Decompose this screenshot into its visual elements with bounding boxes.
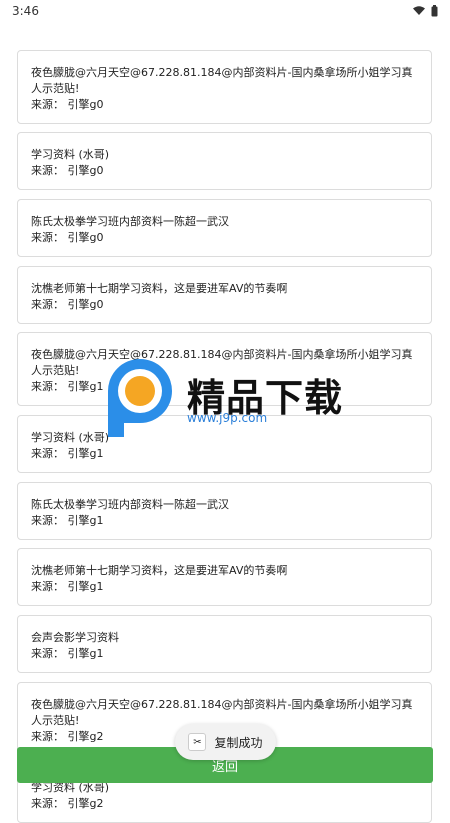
- status-time: 3:46: [12, 4, 39, 18]
- item-title: 学习资料 (水哥): [31, 148, 110, 161]
- item-source: 来源： 引擎g1: [31, 447, 104, 460]
- list-item[interactable]: 会声会影学习资料 来源： 引擎g1: [17, 615, 432, 673]
- item-source: 来源： 引擎g2: [31, 797, 104, 810]
- item-title: 夜色朦胧@六月天空@67.228.81.184@内部资料片-国内桑拿场所小姐学习…: [31, 348, 413, 377]
- item-title: 陈氏太极拳学习班内部资料一陈超一武汉: [31, 215, 229, 228]
- item-source: 来源： 引擎g1: [31, 380, 104, 393]
- list-item[interactable]: 沈樵老师第十七期学习资料，这是要进军AV的节奏啊 来源： 引擎g0: [17, 266, 432, 324]
- list-item[interactable]: 学习资料 (水哥) 来源： 引擎g0: [17, 132, 432, 190]
- item-source: 来源： 引擎g0: [31, 164, 104, 177]
- status-bar: 3:46: [0, 0, 450, 22]
- app-icon: ✂: [188, 733, 207, 751]
- item-title: 会声会影学习资料: [31, 631, 119, 644]
- toast: ✂ 复制成功: [175, 724, 276, 760]
- item-source: 来源： 引擎g1: [31, 514, 104, 527]
- list-item[interactable]: 夜色朦胧@六月天空@67.228.81.184@内部资料片-国内桑拿场所小姐学习…: [17, 50, 432, 124]
- item-source: 来源： 引擎g1: [31, 647, 104, 660]
- list-item[interactable]: 陈氏太极拳学习班内部资料一陈超一武汉 来源： 引擎g0: [17, 199, 432, 257]
- wifi-icon: [413, 6, 425, 15]
- item-title: 陈氏太极拳学习班内部资料一陈超一武汉: [31, 498, 229, 511]
- list-item[interactable]: 学习资料 (水哥) 来源： 引擎g1: [17, 415, 432, 473]
- item-title: 沈樵老师第十七期学习资料，这是要进军AV的节奏啊: [31, 282, 288, 295]
- item-source: 来源： 引擎g1: [31, 580, 104, 593]
- item-source: 来源： 引擎g0: [31, 231, 104, 244]
- item-source: 来源： 引擎g0: [31, 98, 104, 111]
- list-item[interactable]: 陈氏太极拳学习班内部资料一陈超一武汉 来源： 引擎g1: [17, 482, 432, 540]
- item-title: 学习资料 (水哥): [31, 431, 110, 444]
- toast-text: 复制成功: [214, 735, 263, 750]
- item-title: 夜色朦胧@六月天空@67.228.81.184@内部资料片-国内桑拿场所小姐学习…: [31, 66, 413, 95]
- battery-icon: [431, 5, 438, 17]
- item-title: 沈樵老师第十七期学习资料，这是要进军AV的节奏啊: [31, 564, 288, 577]
- list-item[interactable]: 夜色朦胧@六月天空@67.228.81.184@内部资料片-国内桑拿场所小姐学习…: [17, 332, 432, 406]
- status-icons: [413, 5, 438, 17]
- list-item[interactable]: 沈樵老师第十七期学习资料，这是要进军AV的节奏啊 来源： 引擎g1: [17, 548, 432, 606]
- item-source: 来源： 引擎g0: [31, 298, 104, 311]
